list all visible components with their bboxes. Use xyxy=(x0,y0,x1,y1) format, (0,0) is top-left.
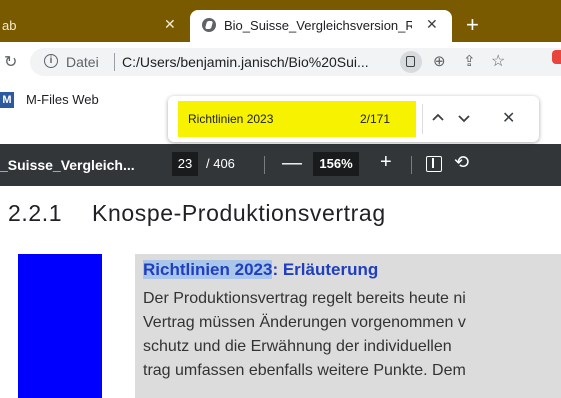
zoom-icon[interactable]: ⊕ xyxy=(433,52,446,70)
note-box: Richtlinien 2023: Erläuterung Der Produk… xyxy=(135,254,561,398)
note-title-rest: : Erläuterung xyxy=(272,260,379,279)
share-icon[interactable]: ⇪ xyxy=(463,52,476,70)
section-heading: 2.2.1 Knospe-Produktionsvertrag xyxy=(8,200,386,227)
note-line: schutz und die Erwähnung der individuell… xyxy=(143,338,452,355)
pdf-page: 2.2.1 Knospe-Produktionsvertrag Richtlini… xyxy=(0,186,561,398)
page-number-input[interactable]: 23 xyxy=(172,152,198,176)
note-line: Der Produktionsvertrag regelt bereits he… xyxy=(143,290,466,307)
reload-icon[interactable]: ↻ xyxy=(4,52,17,72)
find-bar: Richtlinien 2023 2/171 ✕ xyxy=(168,96,539,142)
toolbar-divider xyxy=(411,156,412,174)
fit-to-page-icon[interactable] xyxy=(426,156,442,172)
m-files-icon[interactable]: M xyxy=(0,92,14,108)
note-title: Richtlinien 2023: Erläuterung xyxy=(143,260,378,280)
tab-strip: ab ✕ Bio_Suisse_Vergleichsversion_Ricl ✕… xyxy=(0,0,561,42)
section-number: 2.2.1 xyxy=(8,200,63,226)
zoom-out-button[interactable]: — xyxy=(282,152,302,175)
bookmark-m-files-web[interactable]: M-Files Web xyxy=(26,92,99,107)
extension-icon[interactable] xyxy=(552,50,561,64)
section-title: Knospe-Produktionsvertrag xyxy=(92,200,386,226)
tab-active[interactable]: Bio_Suisse_Vergleichsversion_Ricl ✕ xyxy=(190,10,452,42)
address-scheme-label: Datei xyxy=(66,54,99,70)
toolbar-divider xyxy=(264,156,265,174)
new-tab-button[interactable]: + xyxy=(466,14,479,36)
tab-previous[interactable]: ab ✕ xyxy=(0,12,190,42)
tab-active-close-icon[interactable]: ✕ xyxy=(426,16,438,33)
pdf-document-title: _Suisse_Vergleich... xyxy=(0,157,135,173)
find-input[interactable]: Richtlinien 2023 2/171 xyxy=(178,101,416,137)
address-url[interactable]: C:/Users/benjamin.janisch/Bio%20Sui... xyxy=(122,54,392,70)
note-line: Vertrag müssen Änderungen vorgenommen v xyxy=(143,314,466,331)
previous-match-icon[interactable] xyxy=(430,110,446,126)
note-line: trag umfassen ebenfalls weitere Punkte. … xyxy=(143,362,466,379)
find-query[interactable]: Richtlinien 2023 xyxy=(188,112,273,126)
tab-active-label: Bio_Suisse_Vergleichsversion_Ricl xyxy=(224,18,412,33)
find-divider xyxy=(422,104,423,134)
find-close-icon[interactable]: ✕ xyxy=(502,108,515,128)
address-bar[interactable]: i Datei C:/Users/benjamin.janisch/Bio%20… xyxy=(30,48,561,76)
address-separator xyxy=(114,53,115,71)
find-match-count: 2/171 xyxy=(360,112,391,126)
zoom-level-input[interactable]: 156% xyxy=(313,152,359,176)
pdf-toolbar: _Suisse_Vergleich... 23 / 406 — 156% + ⟲ xyxy=(0,144,561,186)
find-in-page-icon[interactable] xyxy=(400,51,422,73)
globe-favicon-icon xyxy=(202,18,216,32)
search-hit-highlight: Richtlinien 2023 xyxy=(143,260,273,279)
info-icon[interactable]: i xyxy=(44,54,58,68)
blue-block xyxy=(18,254,102,398)
rotate-icon[interactable]: ⟲ xyxy=(454,152,469,173)
bookmark-star-icon[interactable]: ☆ xyxy=(491,51,505,71)
tab-previous-label: ab xyxy=(2,18,17,33)
page-total: / 406 xyxy=(206,156,235,171)
zoom-in-button[interactable]: + xyxy=(380,151,392,174)
browser-toolbar: ↻ i Datei C:/Users/benjamin.janisch/Bio%… xyxy=(0,42,561,82)
next-match-icon[interactable] xyxy=(456,110,472,126)
tab-previous-close-icon[interactable]: ✕ xyxy=(164,16,176,33)
